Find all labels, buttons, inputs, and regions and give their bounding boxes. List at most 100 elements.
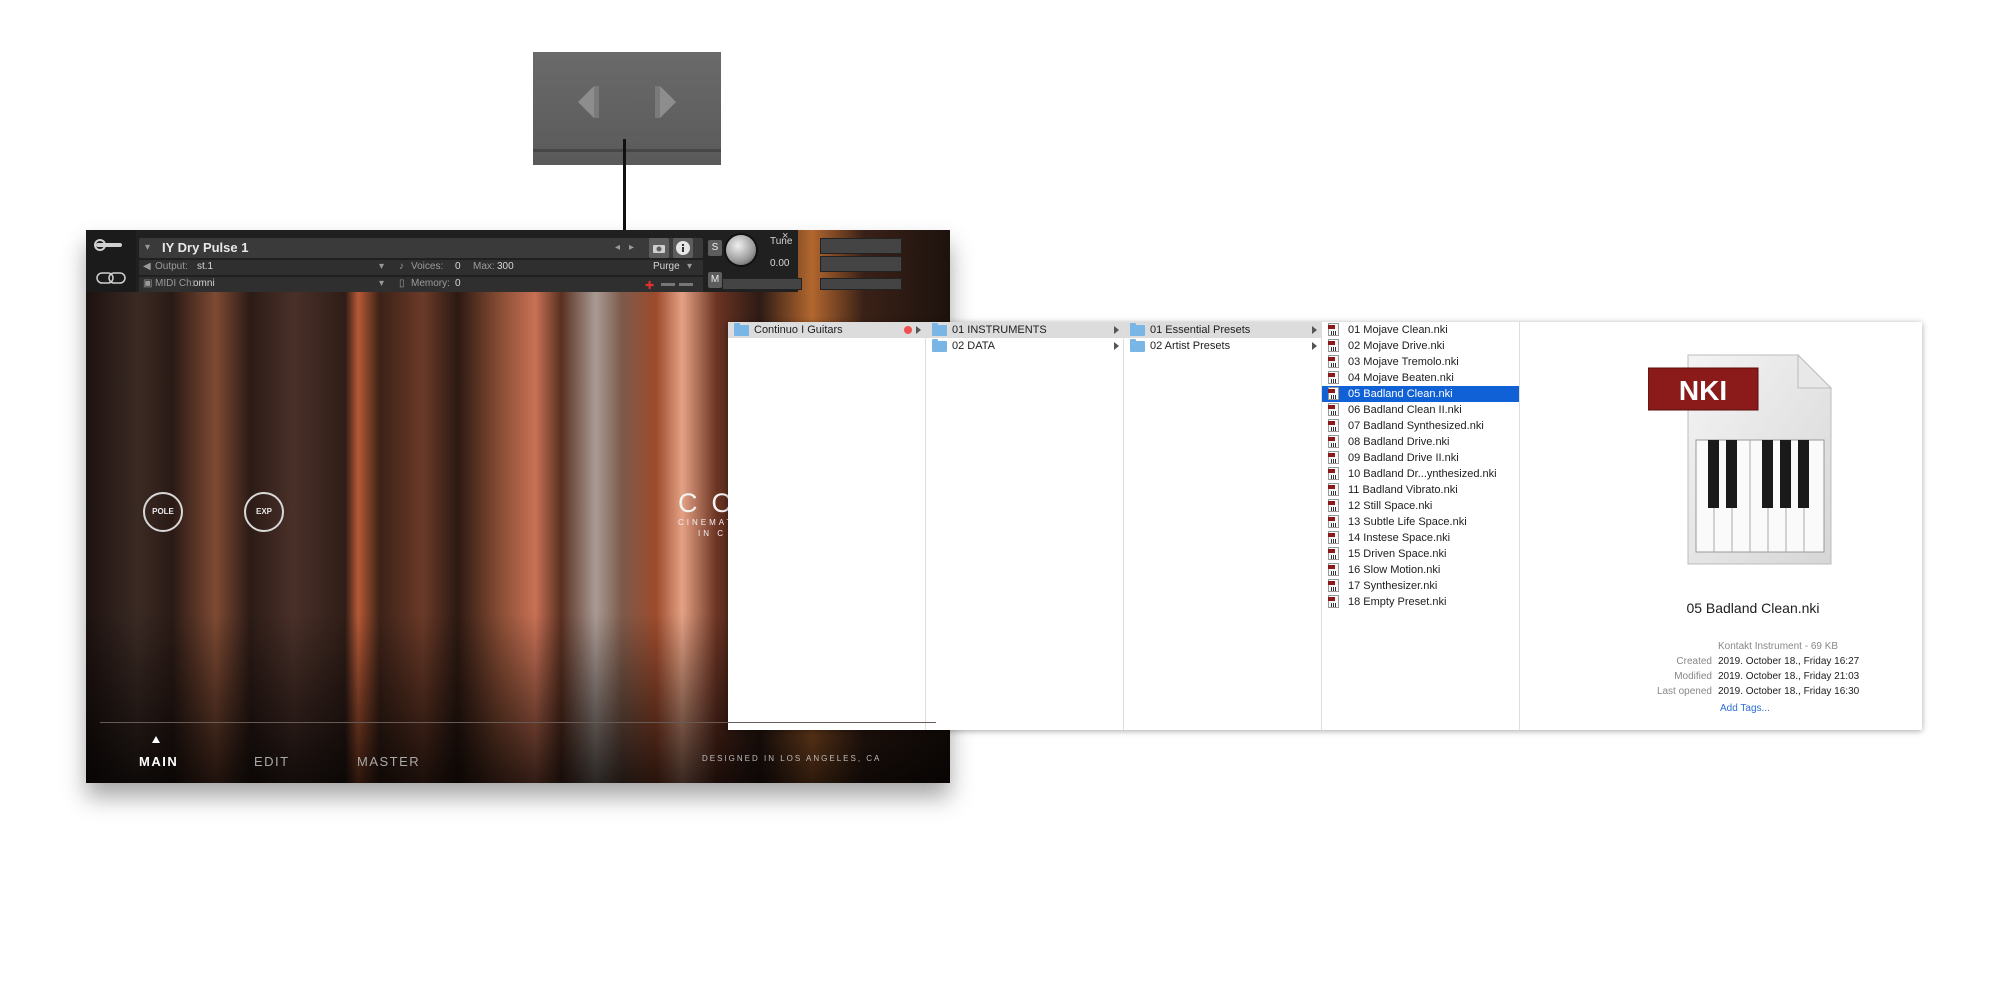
file-list-item[interactable]: 06 Badland Clean II.nki	[1322, 402, 1519, 418]
tab-edit[interactable]: EDIT	[254, 754, 290, 769]
nki-file-icon	[1328, 483, 1339, 496]
midi-dropdown-icon[interactable]: ▾	[379, 278, 384, 289]
nki-file-icon	[1328, 547, 1339, 560]
close-icon[interactable]: ×	[782, 230, 788, 242]
list-item[interactable]: 02 DATA	[926, 338, 1123, 354]
list-item[interactable]: 01 INSTRUMENTS	[926, 322, 1123, 338]
file-name: 08 Badland Drive.nki	[1348, 436, 1450, 448]
purge-dropdown-icon[interactable]: ▾	[687, 261, 692, 272]
wrench-icon[interactable]	[94, 237, 126, 253]
memory-value: 0	[455, 278, 461, 289]
tab-main[interactable]: MAIN	[139, 754, 178, 769]
nki-file-icon: NKI	[1648, 353, 1833, 565]
finder-window: Continuo I Guitars 01 INSTRUMENTS 02 DAT…	[728, 322, 1922, 730]
tune-knob[interactable]	[726, 235, 756, 265]
disclosure-arrow-icon	[1312, 342, 1317, 350]
file-name: 15 Driven Space.nki	[1348, 548, 1447, 560]
instrument-title-bar: ▾ IY Dry Pulse 1 ◂ ▸	[139, 238, 703, 258]
solo-button[interactable]: S	[708, 240, 722, 256]
file-list-item[interactable]: 02 Mojave Drive.nki	[1322, 338, 1519, 354]
exp-knob[interactable]: EXP	[244, 492, 284, 532]
nki-file-icon	[1328, 515, 1339, 528]
file-list-item[interactable]: 04 Mojave Beaten.nki	[1322, 370, 1519, 386]
tuner-icon[interactable]: ✚	[645, 279, 654, 292]
nki-file-icon	[1328, 595, 1339, 608]
next-arrow-icon[interactable]: ▸	[629, 242, 634, 253]
file-list-item[interactable]: 12 Still Space.nki	[1322, 498, 1519, 514]
file-list-item[interactable]: 16 Slow Motion.nki	[1322, 562, 1519, 578]
last-opened-label: Last opened	[1656, 686, 1712, 697]
list-item[interactable]: Continuo I Guitars	[728, 322, 925, 338]
level-bar-right	[679, 283, 693, 286]
next-instrument-icon[interactable]	[654, 80, 682, 124]
nki-file-icon	[1328, 435, 1339, 448]
purge-menu[interactable]: Purge	[653, 261, 680, 272]
voices-icon: ♪	[399, 261, 404, 272]
instrument-name[interactable]: IY Dry Pulse 1	[162, 240, 248, 255]
file-list-item[interactable]: 05 Badland Clean.nki	[1322, 386, 1519, 402]
file-list-item[interactable]: 01 Mojave Clean.nki	[1322, 322, 1519, 338]
file-list-item[interactable]: 09 Badland Drive II.nki	[1322, 450, 1519, 466]
add-tags-link[interactable]: Add Tags...	[1720, 703, 1770, 714]
link-icon[interactable]	[96, 271, 126, 285]
pan-slider[interactable]	[722, 278, 802, 290]
output-label: Output:	[155, 261, 188, 272]
previous-instrument-icon[interactable]	[572, 80, 600, 124]
file-list-item[interactable]: 14 Instese Space.nki	[1322, 530, 1519, 546]
nki-file-icon	[1328, 531, 1339, 544]
speaker-icon: ◀	[143, 261, 151, 272]
file-name: 04 Mojave Beaten.nki	[1348, 372, 1454, 384]
preview-file-name: 05 Badland Clean.nki	[1686, 600, 1820, 616]
file-list-item[interactable]: 18 Empty Preset.nki	[1322, 594, 1519, 610]
file-name: 18 Empty Preset.nki	[1348, 596, 1447, 608]
list-item[interactable]: 01 Essential Presets	[1124, 322, 1321, 338]
file-name: 03 Mojave Tremolo.nki	[1348, 356, 1459, 368]
nki-file-icon	[1328, 579, 1339, 592]
volume-slider[interactable]	[820, 278, 902, 290]
file-name: 12 Still Space.nki	[1348, 500, 1433, 512]
callout-divider	[533, 149, 721, 152]
camera-icon[interactable]	[649, 238, 669, 258]
file-name: 13 Subtle Life Space.nki	[1348, 516, 1467, 528]
tune-value[interactable]: 0.00	[770, 258, 789, 269]
file-list-item[interactable]: 11 Badland Vibrato.nki	[1322, 482, 1519, 498]
file-name: 16 Slow Motion.nki	[1348, 564, 1441, 576]
active-tab-arrow-icon	[152, 736, 160, 743]
preview-file-kind: Kontakt Instrument - 69 KB	[1718, 641, 1839, 652]
file-list-item[interactable]: 10 Badland Dr...ynthesized.nki	[1322, 466, 1519, 482]
file-name: 05 Badland Clean.nki	[1348, 388, 1453, 400]
folder-icon	[1130, 323, 1145, 336]
max-voices-value[interactable]: 300	[497, 261, 514, 272]
output-dropdown-icon[interactable]: ▾	[379, 261, 384, 272]
info-icon[interactable]	[673, 238, 693, 258]
nki-file-icon	[1328, 403, 1339, 416]
list-item[interactable]: 02 Artist Presets	[1124, 338, 1321, 354]
file-list-item[interactable]: 15 Driven Space.nki	[1322, 546, 1519, 562]
red-tag-icon	[904, 326, 912, 334]
nki-file-icon	[1328, 323, 1339, 336]
file-name: 10 Badland Dr...ynthesized.nki	[1348, 468, 1497, 480]
file-list-item[interactable]: 13 Subtle Life Space.nki	[1322, 514, 1519, 530]
output-value[interactable]: st.1	[197, 261, 213, 272]
file-name: 02 Mojave Drive.nki	[1348, 340, 1445, 352]
folder-icon	[932, 339, 947, 352]
pole-knob[interactable]: POLE	[143, 492, 183, 532]
zoom-callout	[533, 52, 721, 165]
file-name: 17 Synthesizer.nki	[1348, 580, 1438, 592]
tab-master[interactable]: MASTER	[357, 754, 420, 769]
file-list-item[interactable]: 08 Badland Drive.nki	[1322, 434, 1519, 450]
mute-button[interactable]: M	[708, 272, 722, 288]
voices-value: 0	[455, 261, 461, 272]
nki-badge-text: NKI	[1679, 375, 1727, 406]
last-opened-value: 2019. October 18., Friday 16:30	[1718, 686, 1860, 697]
footer-divider	[100, 722, 936, 723]
file-list-item[interactable]: 07 Badland Synthesized.nki	[1322, 418, 1519, 434]
midi-channel-value[interactable]: omni	[193, 278, 215, 289]
created-value: 2019. October 18., Friday 16:27	[1718, 656, 1860, 667]
prev-arrow-icon[interactable]: ◂	[615, 242, 620, 253]
file-list-item[interactable]: 17 Synthesizer.nki	[1322, 578, 1519, 594]
dropdown-arrow-icon[interactable]: ▾	[145, 242, 150, 253]
file-list-item[interactable]: 03 Mojave Tremolo.nki	[1322, 354, 1519, 370]
nki-file-icon	[1328, 387, 1339, 400]
exp-knob-label: EXP	[255, 507, 272, 516]
